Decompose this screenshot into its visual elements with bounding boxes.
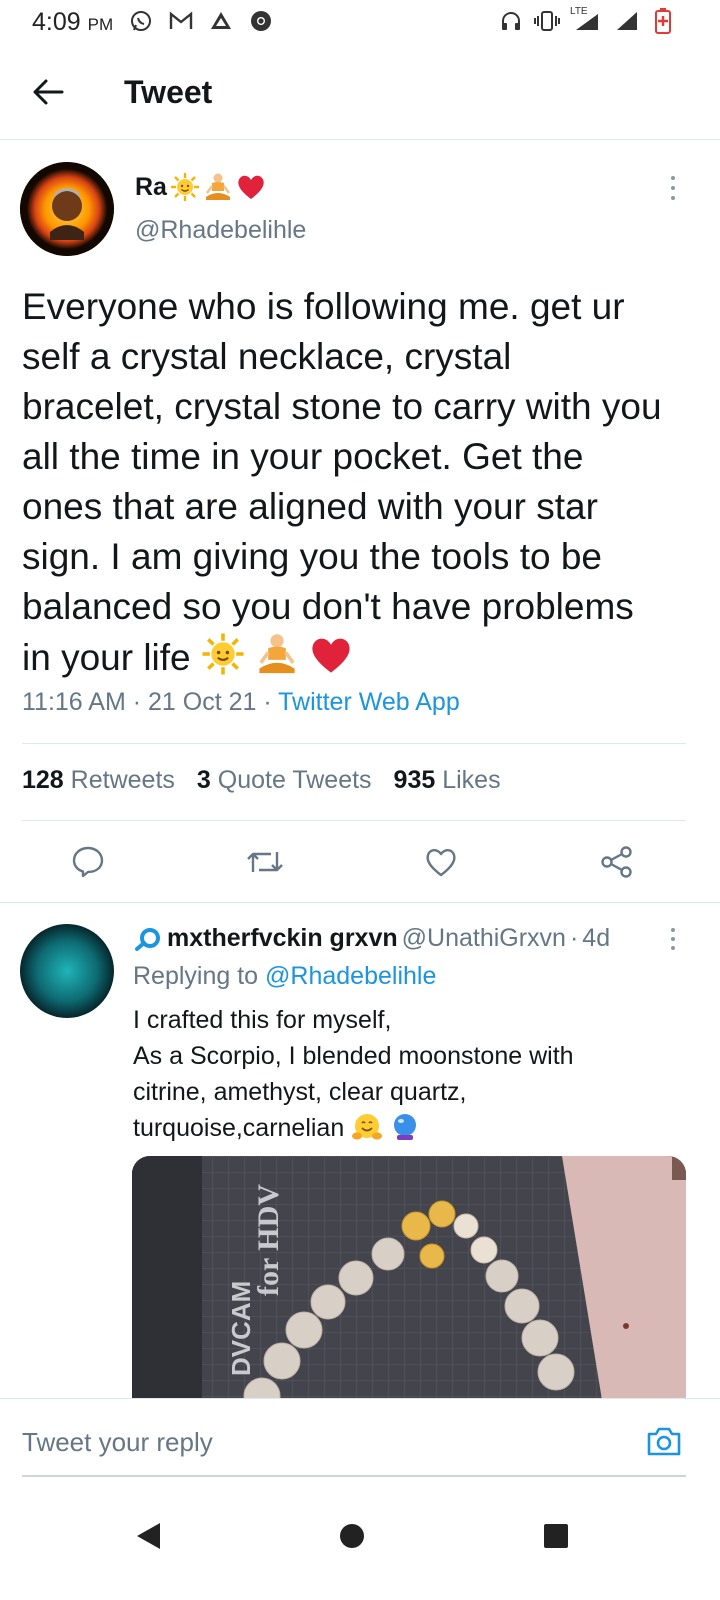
reply-icon	[72, 846, 104, 878]
share-button[interactable]	[593, 838, 641, 886]
retweets-label: Retweets	[70, 766, 175, 794]
reply-age: 4d	[582, 924, 611, 952]
reply-more-options-icon[interactable]	[666, 928, 680, 950]
replying-to-mention[interactable]: @Rhadebelihle	[265, 962, 436, 990]
status-time: 4:09 PM	[32, 8, 113, 37]
whatsapp-icon	[128, 8, 154, 34]
sun-emoji-icon	[170, 172, 200, 202]
tweet-body: Everyone who is following me. get ur sel…	[22, 286, 662, 678]
replying-prefix: Replying to	[133, 962, 259, 990]
tweet-source-link[interactable]: Twitter Web App	[278, 688, 460, 716]
heart-outline-icon	[426, 848, 456, 877]
timestamp-text: 11:16 AM · 21 Oct 21 ·	[22, 688, 279, 716]
divider	[22, 743, 686, 744]
vibrate-icon	[534, 8, 560, 34]
author-name-text: Ra	[135, 172, 167, 201]
reply-author-avatar[interactable]	[20, 924, 114, 1018]
divider	[0, 902, 720, 903]
likes-stat[interactable]: 935 Likes	[394, 766, 501, 795]
system-navigation-bar	[0, 1480, 720, 1600]
chrome-icon	[248, 8, 274, 34]
retweets-stat[interactable]: 128 Retweets	[22, 766, 175, 795]
author-avatar[interactable]	[20, 162, 114, 256]
separator-dot: ·	[569, 924, 579, 952]
reply-line-text: turquoise,carnelian	[133, 1114, 345, 1142]
tweet-actions	[0, 838, 720, 886]
camera-button[interactable]	[644, 1421, 684, 1461]
battery-low-icon	[650, 8, 676, 34]
author-name[interactable]: Ra	[135, 172, 266, 202]
reply-author-name[interactable]: mxtherfvckin grxvn	[167, 924, 398, 953]
status-time-value: 4:09	[32, 8, 81, 36]
hugging-face-icon	[351, 1112, 383, 1142]
status-bar: 4:09 PM LTE	[0, 0, 720, 44]
circle-home-icon	[340, 1524, 364, 1548]
sun-emoji-icon	[201, 632, 245, 676]
more-options-icon[interactable]	[666, 176, 680, 200]
reply-header: mxtherfvckin grxvn @UnathiGrxvn · 4d	[133, 924, 610, 953]
tweet-timestamp: 11:16 AM · 21 Oct 21 · Twitter Web App	[22, 688, 460, 717]
tweet-text: Everyone who is following me. get ur sel…	[22, 282, 662, 683]
gmail-icon	[168, 8, 194, 34]
nav-home-button[interactable]	[328, 1512, 376, 1560]
retweets-count: 128	[22, 766, 64, 794]
lte-signal-icon: LTE	[570, 6, 604, 34]
reply-line: citrine, amethyst, clear quartz,	[133, 1078, 467, 1106]
nav-recents-button[interactable]	[532, 1512, 580, 1560]
search-magnifier-emoji-icon	[135, 927, 160, 951]
quotes-count: 3	[196, 766, 211, 794]
arrow-left-icon	[33, 79, 64, 105]
likes-count: 935	[393, 766, 436, 794]
crystal-ball-icon	[390, 1112, 420, 1142]
media-text-hdv: for HDV	[252, 1184, 285, 1296]
reply-media-image[interactable]: DVCAM for HDV	[132, 1156, 686, 1400]
replying-to: Replying to @Rhadebelihle	[133, 962, 436, 991]
notification-icons	[128, 8, 274, 34]
reply-input[interactable]: Tweet your reply	[22, 1427, 213, 1458]
status-time-ampm: PM	[87, 15, 114, 34]
reply-author-handle[interactable]: @UnathiGrxvn	[402, 924, 566, 953]
drive-icon	[208, 8, 234, 34]
reply-composer: Tweet your reply	[0, 1398, 720, 1478]
reply-line: I crafted this for myself,	[133, 1006, 392, 1034]
like-button[interactable]	[417, 838, 465, 886]
quote-tweets-stat[interactable]: 3 Quote Tweets	[197, 766, 372, 795]
retweet-button[interactable]	[241, 838, 289, 886]
person-in-lotus-position-icon	[255, 632, 299, 676]
share-icon	[601, 846, 632, 878]
reply-text: I crafted this for myself, As a Scorpio,…	[133, 1002, 673, 1146]
person-in-lotus-position-icon	[203, 172, 233, 202]
tweet-stats: 128 Retweets 3 Quote Tweets 935 Likes	[22, 766, 501, 795]
system-icons: LTE	[498, 6, 676, 34]
retweet-icon	[247, 852, 283, 872]
divider	[22, 820, 686, 821]
reply-button[interactable]	[64, 838, 112, 886]
signal-icon	[614, 8, 640, 34]
author-handle[interactable]: @Rhadebelihle	[135, 216, 306, 245]
camera-icon	[647, 1427, 681, 1456]
red-heart-icon	[236, 173, 266, 201]
red-heart-icon	[309, 634, 353, 676]
reply-line: turquoise,carnelian	[133, 1110, 673, 1146]
quotes-label: Quote Tweets	[217, 766, 372, 794]
reply-line: As a Scorpio, I blended moonstone with	[133, 1042, 574, 1070]
square-recents-icon	[544, 1524, 568, 1548]
likes-label: Likes	[442, 766, 501, 794]
back-button[interactable]	[26, 72, 70, 112]
headset-icon	[498, 8, 524, 34]
triangle-back-icon	[137, 1523, 160, 1549]
network-label: LTE	[570, 6, 588, 17]
nav-back-button[interactable]	[124, 1512, 172, 1560]
page-title: Tweet	[124, 74, 213, 110]
reply-input-underline	[22, 1475, 686, 1477]
top-app-bar: Tweet	[0, 44, 720, 140]
